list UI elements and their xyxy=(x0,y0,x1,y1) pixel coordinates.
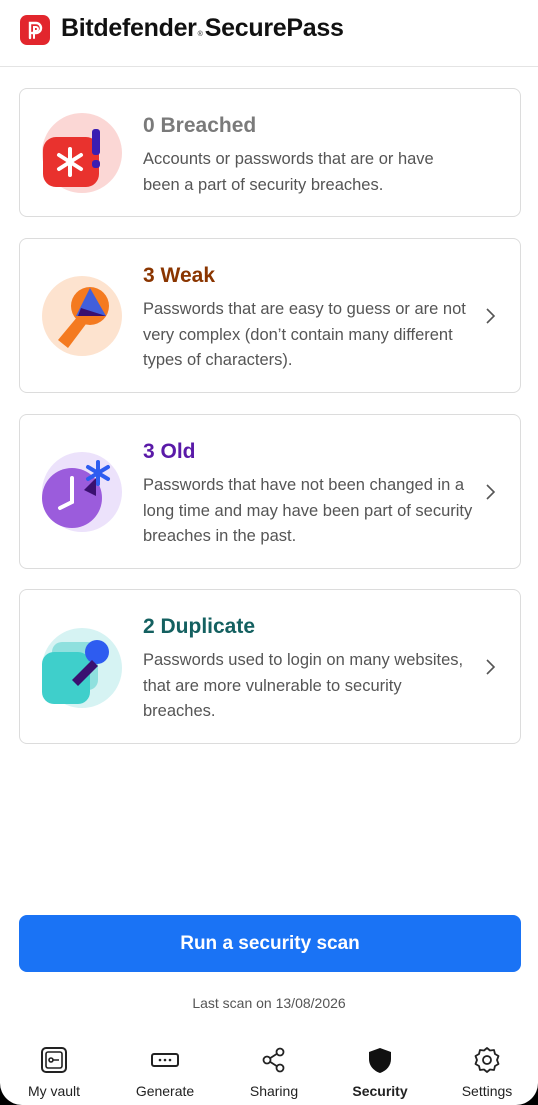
duplicate-description: Passwords used to login on many websites… xyxy=(143,651,464,720)
nav-item-settings[interactable]: Settings xyxy=(437,1040,537,1105)
generate-icon xyxy=(151,1053,179,1067)
nav-item-sharing[interactable]: Sharing xyxy=(224,1040,324,1105)
nav-label-settings: Settings xyxy=(461,1083,513,1099)
share-icon xyxy=(262,1047,285,1073)
app-brand: Bitdefender ® SecurePass xyxy=(61,14,344,46)
old-chevron-right-icon xyxy=(486,484,496,500)
old-clock-icon xyxy=(40,450,124,539)
gear-icon xyxy=(474,1047,500,1073)
nav-item-my-vault[interactable]: My vault xyxy=(4,1040,104,1105)
duplicate-title: 2 Duplicate xyxy=(143,615,256,638)
app-screen: Bitdefender ® SecurePass 0 Breached Acco… xyxy=(0,0,538,1105)
nav-label-my-vault: My vault xyxy=(27,1083,81,1099)
securepass-logo-icon xyxy=(20,15,50,45)
duplicate-chevron-right-icon xyxy=(486,659,496,675)
run-security-scan-button[interactable]: Run a security scan xyxy=(19,915,521,972)
duplicate-card[interactable]: 2 Duplicate Passwords used to login on m… xyxy=(19,589,521,744)
duplicate-cards-icon xyxy=(40,626,124,715)
nav-label-sharing: Sharing xyxy=(249,1083,299,1099)
weak-card[interactable]: 3 Weak Passwords that are easy to guess … xyxy=(19,238,521,393)
old-title: 3 Old xyxy=(143,440,196,463)
nav-label-security: Security xyxy=(352,1083,408,1099)
shield-icon xyxy=(369,1048,391,1073)
nav-label-generate: Generate xyxy=(135,1083,195,1099)
product-name: SecurePass xyxy=(204,14,344,42)
weak-title: 3 Weak xyxy=(143,264,215,287)
breached-card: 0 Breached Accounts or passwords that ar… xyxy=(19,88,521,217)
nav-item-generate[interactable]: Generate xyxy=(115,1040,215,1105)
weak-description: Passwords that are easy to guess or are … xyxy=(143,300,466,369)
breached-icon xyxy=(40,111,124,200)
last-scan-text: Last scan on 13/08/2026 xyxy=(192,995,346,1011)
brand-trademark: ® xyxy=(197,31,203,38)
nav-item-security[interactable]: Security xyxy=(330,1040,430,1105)
brand-name: Bitdefender xyxy=(61,14,197,42)
bottom-nav: My vault Generate Sharing Security Setti… xyxy=(0,1040,538,1105)
weak-key-icon xyxy=(40,274,124,363)
breached-title: 0 Breached xyxy=(143,114,257,137)
breached-description: Accounts or passwords that are or have b… xyxy=(143,150,434,194)
old-description: Passwords that have not been changed in … xyxy=(143,476,473,545)
vault-icon xyxy=(41,1047,67,1073)
app-header: Bitdefender ® SecurePass xyxy=(0,0,538,67)
old-card[interactable]: 3 Old Passwords that have not been chang… xyxy=(19,414,521,569)
weak-chevron-right-icon xyxy=(486,308,496,324)
